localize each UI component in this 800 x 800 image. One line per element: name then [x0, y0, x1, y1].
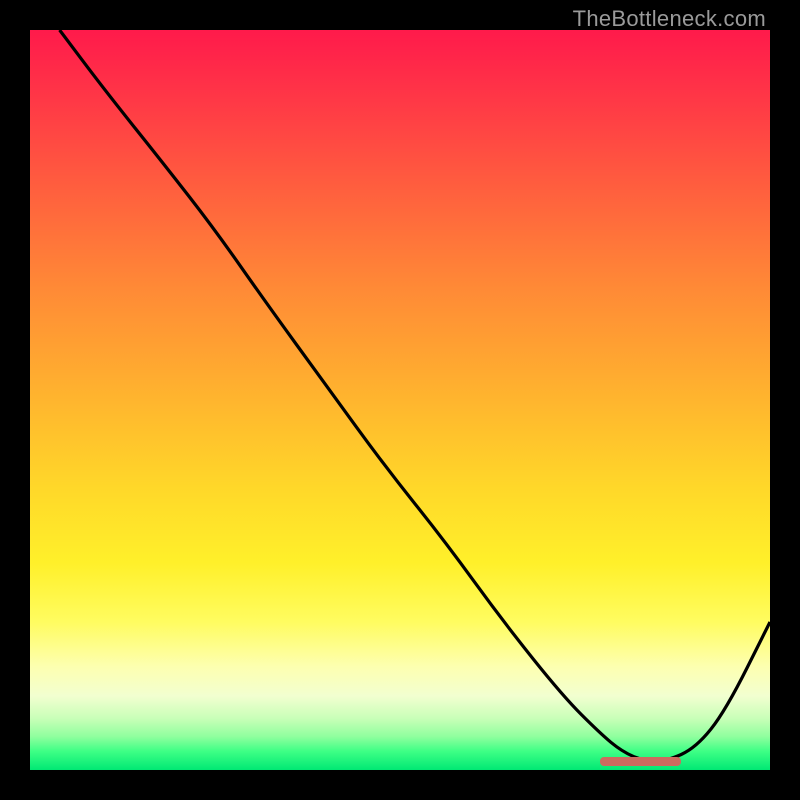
chart-frame	[30, 30, 770, 770]
watermark-text: TheBottleneck.com	[573, 6, 766, 32]
optimal-range-marker	[600, 757, 681, 766]
bottleneck-curve-path	[60, 30, 770, 761]
chart-curve-svg	[30, 30, 770, 770]
